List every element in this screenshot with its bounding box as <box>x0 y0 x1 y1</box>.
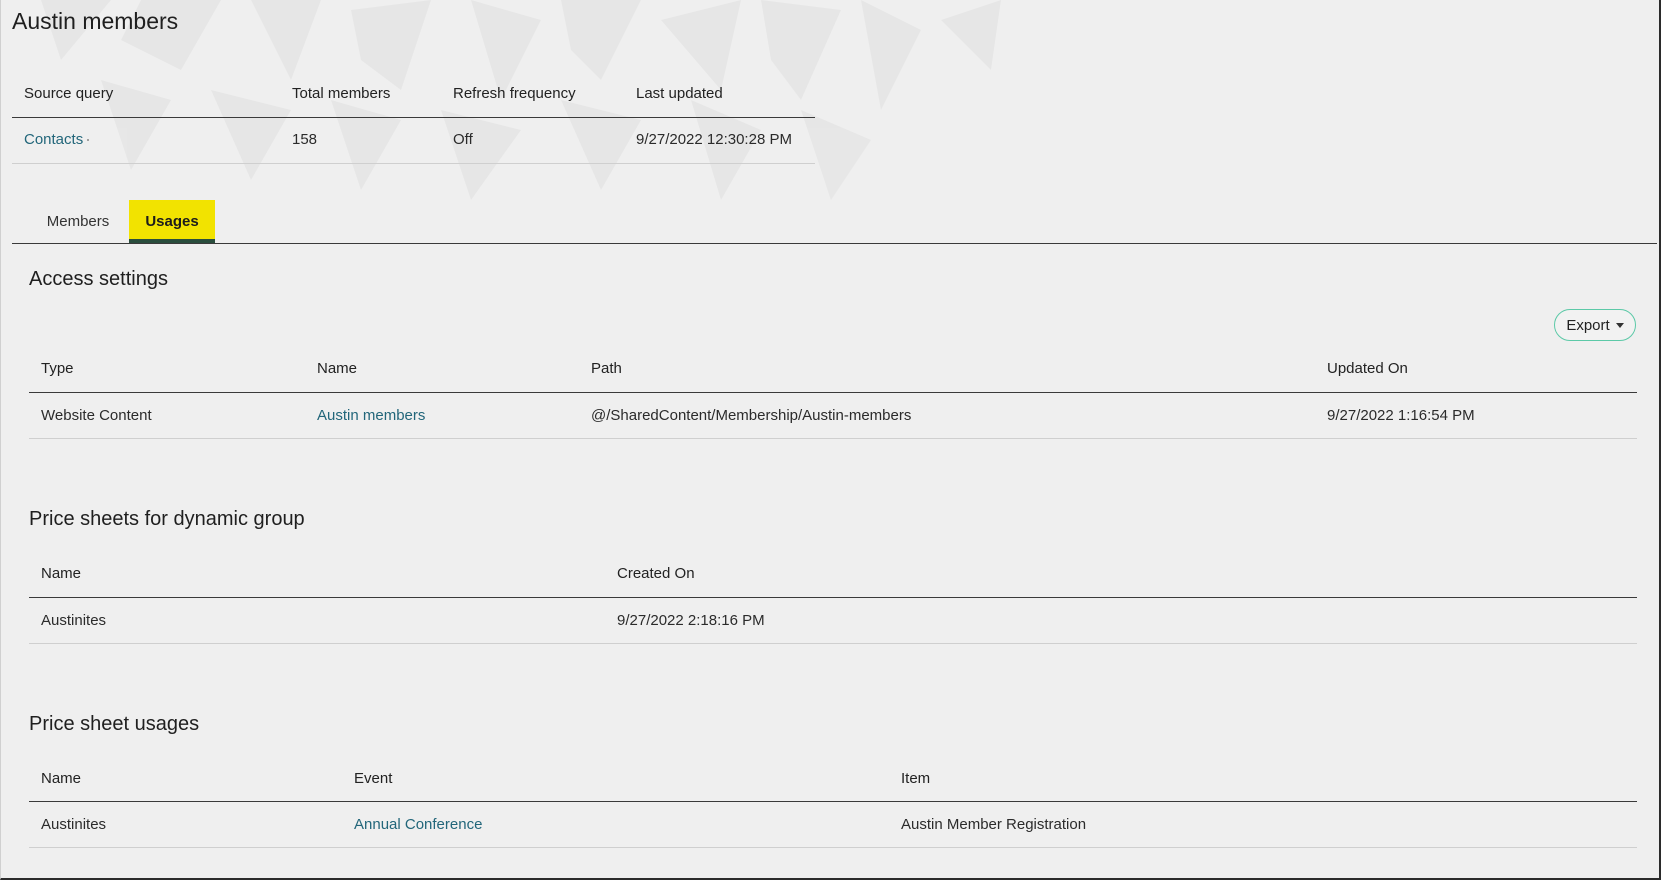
tab-usages-label: Usages <box>145 213 199 230</box>
tab-bar-divider <box>12 243 1657 244</box>
price-sheet-usages-title: Price sheet usages <box>29 713 200 735</box>
access-row-type: Website Content <box>41 407 152 424</box>
usages-row-name: Austinites <box>41 816 107 833</box>
price-sheets-header-created-on: Created On <box>617 565 695 582</box>
price-sheets-row-divider <box>29 643 1637 644</box>
total-members-value: 158 <box>292 131 318 148</box>
usages-header-divider <box>29 801 1637 802</box>
content-frame: Austin members Source query Total member… <box>0 0 1661 880</box>
tab-usages[interactable]: Usages <box>129 200 215 243</box>
summary-header-refresh-frequency: Refresh frequency <box>453 85 576 102</box>
usages-header-name: Name <box>41 770 82 787</box>
refresh-frequency-value: Off <box>453 131 473 148</box>
usages-header-item: Item <box>901 770 931 787</box>
access-header-path: Path <box>591 360 622 377</box>
usages-row-item: Austin Member Registration <box>901 816 1087 833</box>
access-header-type: Type <box>41 360 74 377</box>
access-settings-title: Access settings <box>29 268 168 290</box>
usages-row-event-link[interactable]: Annual Conference <box>354 816 482 833</box>
access-header-divider <box>29 392 1637 393</box>
summary-row-divider <box>12 163 815 164</box>
price-sheets-header-divider <box>29 597 1637 598</box>
access-row-path: @/SharedContent/Membership/Austin-member… <box>591 407 912 424</box>
price-sheets-row-created-on: 9/27/2022 2:18:16 PM <box>617 612 765 629</box>
caret-down-icon <box>1615 322 1624 328</box>
price-sheets-title: Price sheets for dynamic group <box>29 508 305 530</box>
access-row-updated-on: 9/27/2022 1:16:54 PM <box>1327 407 1475 424</box>
export-button-label: Export <box>1566 316 1610 334</box>
link-dot-icon <box>87 139 90 142</box>
summary-header-divider <box>12 117 815 118</box>
source-query-link[interactable]: Contacts <box>24 131 90 148</box>
access-header-updated-on: Updated On <box>1327 360 1408 377</box>
usages-header-event: Event <box>354 770 393 787</box>
access-row-divider <box>29 438 1637 439</box>
export-button[interactable]: Export <box>1554 309 1636 341</box>
tab-members[interactable]: Members <box>29 200 127 243</box>
price-sheets-row-name: Austinites <box>41 612 107 629</box>
summary-header-source-query: Source query <box>24 85 114 102</box>
tab-members-label: Members <box>46 213 110 230</box>
price-sheets-header-name: Name <box>41 565 82 582</box>
summary-header-last-updated: Last updated <box>636 85 723 102</box>
access-row-name-link[interactable]: Austin members <box>317 407 425 424</box>
summary-header-total-members: Total members <box>292 85 391 102</box>
last-updated-value: 9/27/2022 12:30:28 PM <box>636 131 792 148</box>
page-title: Austin members <box>12 8 179 34</box>
access-header-name: Name <box>317 360 358 377</box>
usages-row-divider <box>29 847 1637 848</box>
